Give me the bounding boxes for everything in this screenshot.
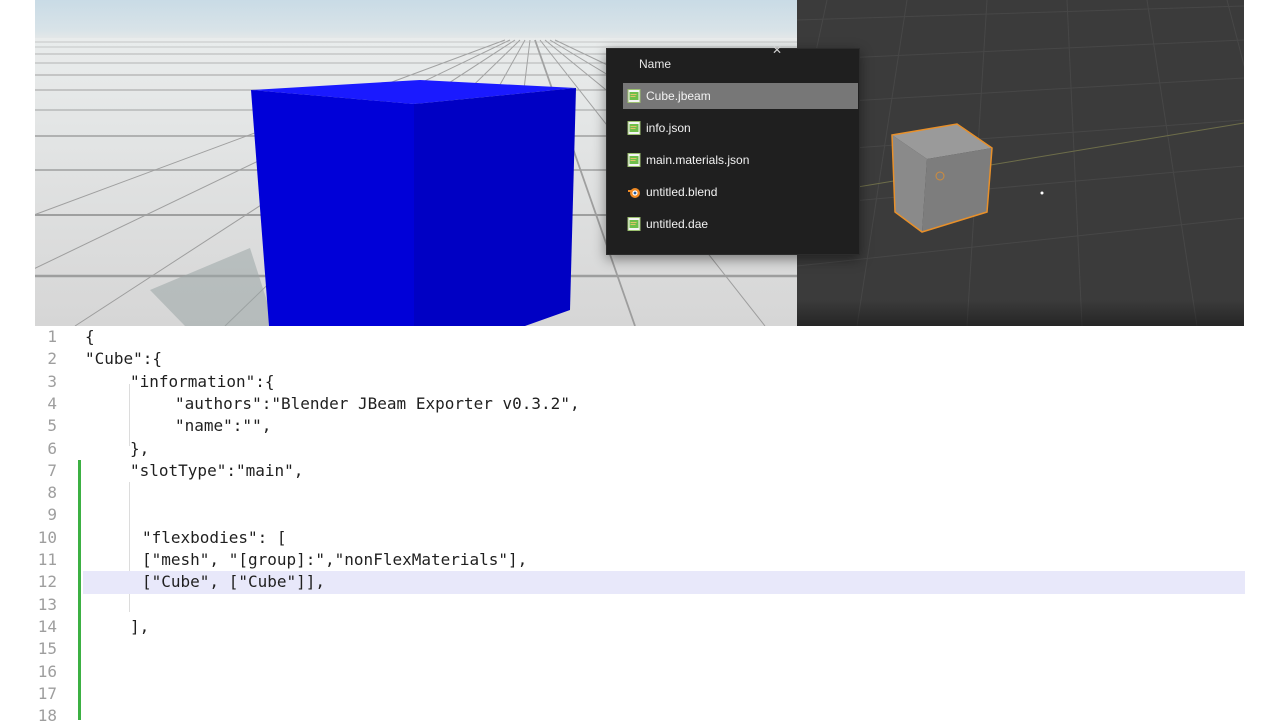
line-text[interactable]: "slotType":"main",	[130, 460, 303, 482]
code-line: 10 "flexbodies": [	[35, 527, 1245, 549]
line-text[interactable]: },	[130, 438, 149, 460]
file-name: untitled.dae	[646, 217, 709, 231]
code-line: 1 {	[35, 326, 1245, 348]
code-line: 3 "information":{	[35, 371, 1245, 393]
file-item-cube-jbeam[interactable]: Cube.jbeam	[623, 83, 858, 109]
close-icon[interactable]: ✕	[771, 44, 783, 56]
text-file-icon	[627, 89, 641, 103]
code-line: 2 "Cube":{	[35, 348, 1245, 370]
line-text[interactable]: "flexbodies": [	[142, 527, 287, 549]
cursor-dot	[1040, 191, 1044, 195]
blender-file-icon	[628, 188, 640, 198]
line-number: 6	[47, 438, 57, 458]
code-line: 8	[35, 482, 1245, 504]
line-number: 7	[47, 460, 57, 480]
line-number: 4	[47, 393, 57, 413]
text-file-icon	[627, 153, 641, 167]
file-list-popup[interactable]: ✕ Name Cube.jbeam info.json main.materia…	[606, 44, 860, 255]
blue-cube[interactable]	[251, 80, 576, 326]
line-number: 11	[37, 550, 57, 569]
line-number: 10	[37, 527, 57, 547]
file-item-untitled-dae[interactable]: untitled.dae	[623, 211, 858, 237]
file-item-untitled-blend[interactable]: untitled.blend	[623, 179, 858, 205]
line-text[interactable]: ],	[130, 616, 149, 638]
code-line: 14 ],	[35, 616, 1245, 638]
line-number: 15	[37, 639, 57, 659]
line-text[interactable]: ["mesh", "[group]:","nonFlexMaterials"],	[142, 549, 527, 571]
file-item-main-materials-json[interactable]: main.materials.json	[623, 147, 858, 173]
code-line: 4 "authors":"Blender JBeam Exporter v0.3…	[35, 393, 1245, 415]
code-line: 6 },	[35, 438, 1245, 460]
line-number: 12	[37, 572, 57, 592]
file-name: info.json	[646, 121, 691, 135]
file-name: untitled.blend	[646, 185, 718, 199]
file-item-info-json[interactable]: info.json	[623, 115, 858, 141]
line-text[interactable]: "name":"",	[175, 415, 271, 437]
file-name: main.materials.json	[646, 153, 750, 167]
line-number: 16	[37, 661, 57, 681]
line-text[interactable]: "information":{	[130, 371, 275, 393]
blender-viewport[interactable]	[797, 0, 1244, 326]
code-line: 16	[35, 661, 1245, 683]
column-header-name[interactable]: Name	[639, 56, 671, 72]
code-line: 5 "name":"",	[35, 415, 1245, 437]
line-number: 5	[47, 416, 57, 436]
text-file-icon	[627, 217, 641, 231]
code-line: 9	[35, 504, 1245, 526]
line-number: 17	[37, 683, 57, 703]
code-editor[interactable]: 1 { 2 "Cube":{ 3 "information":{ 4 "auth…	[35, 326, 1245, 725]
code-line: 15	[35, 638, 1245, 660]
line-number: 2	[47, 349, 57, 369]
file-name: Cube.jbeam	[646, 89, 711, 103]
line-number: 14	[37, 616, 57, 636]
line-number: 13	[37, 594, 57, 614]
line-number: 3	[47, 371, 57, 391]
code-line: 17	[35, 683, 1245, 705]
viewport-shade	[797, 300, 1244, 326]
code-line: 11 ["mesh", "[group]:","nonFlexMaterials…	[35, 549, 1245, 571]
line-number: 9	[47, 505, 57, 525]
blender-scene	[797, 0, 1244, 326]
line-text[interactable]: {	[85, 326, 95, 348]
line-text[interactable]: "Cube":{	[85, 348, 162, 370]
line-number: 8	[47, 483, 57, 503]
line-number: 18	[37, 706, 57, 726]
line-text[interactable]: "authors":"Blender JBeam Exporter v0.3.2…	[175, 393, 580, 415]
line-number: 1	[47, 327, 57, 346]
viewport-grid	[797, 0, 1244, 326]
selected-cube[interactable]	[891, 123, 993, 233]
right-margin	[1245, 0, 1280, 720]
code-line-current: 12 ["Cube", ["Cube"]],	[38, 571, 1245, 594]
code-line: 7 "slotType":"main",	[35, 460, 1245, 482]
code-line: 13	[35, 594, 1245, 616]
code-line: 18	[35, 705, 1245, 727]
line-text[interactable]: ["Cube", ["Cube"]],	[142, 571, 325, 593]
text-file-icon	[627, 121, 641, 135]
